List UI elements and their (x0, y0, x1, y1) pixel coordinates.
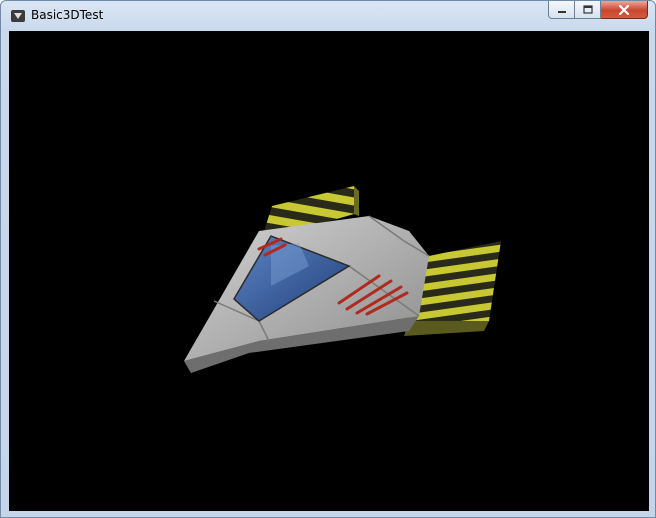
title-bar[interactable]: Basic3DTest (1, 1, 655, 30)
close-button[interactable] (601, 1, 648, 19)
render-viewport[interactable] (9, 31, 649, 511)
maximize-button[interactable] (575, 1, 601, 19)
maximize-icon (582, 5, 593, 14)
spaceship-model (184, 186, 501, 373)
app-window: Basic3DTest (0, 0, 656, 518)
window-title: Basic3DTest (31, 8, 104, 22)
app-icon (11, 10, 25, 22)
window-controls (548, 1, 648, 19)
minimize-icon (557, 10, 566, 13)
minimize-button[interactable] (548, 1, 575, 19)
close-icon (618, 4, 630, 15)
